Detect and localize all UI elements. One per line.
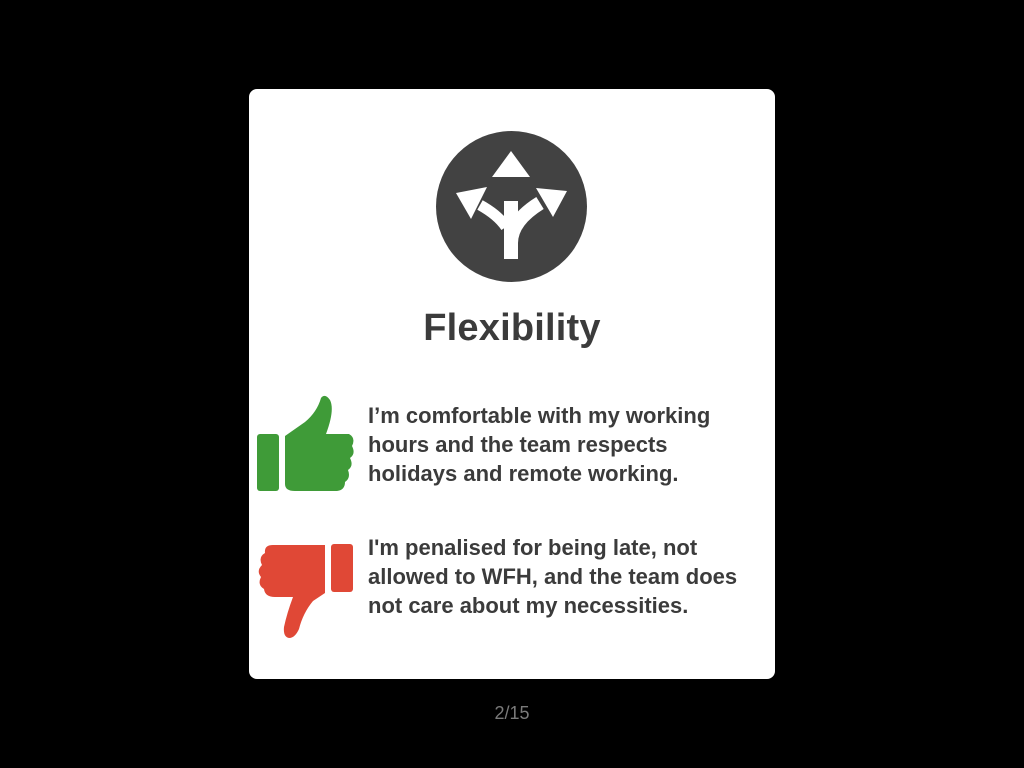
thumbs-down-icon: [255, 541, 355, 641]
positive-statement: I’m comfortable with my working hours an…: [368, 403, 711, 486]
split-arrows-icon: [436, 131, 587, 282]
card-title: Flexibility: [423, 307, 601, 349]
thumbs-up-icon: [255, 394, 355, 494]
slide-stage: Flexibility I’m comfortable with my work…: [0, 0, 1024, 768]
slide-counter: 2/15: [494, 703, 530, 723]
slide-card: Flexibility I’m comfortable with my work…: [249, 89, 775, 679]
negative-statement: I'm penalised for being late, not allowe…: [368, 535, 738, 618]
